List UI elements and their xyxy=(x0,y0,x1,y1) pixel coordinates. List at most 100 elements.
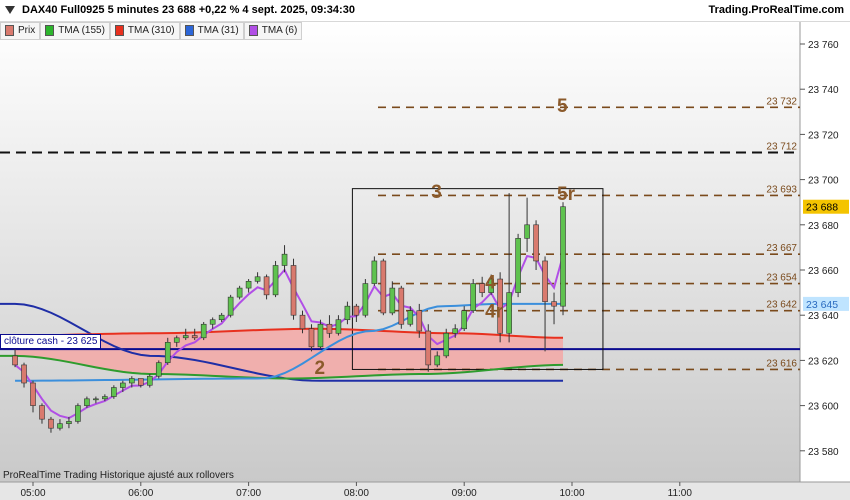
plot-background xyxy=(0,22,800,482)
time-tick-label: 07:00 xyxy=(236,488,261,499)
candle-bearish xyxy=(416,310,423,332)
candle-bullish xyxy=(281,253,288,266)
legend-swatch xyxy=(45,25,55,36)
legend-swatch xyxy=(184,25,194,36)
candle-bullish xyxy=(470,283,476,311)
candle-bearish xyxy=(299,314,306,330)
candle-bearish xyxy=(479,283,485,293)
candle-bearish xyxy=(30,382,36,406)
chart-header: DAX40 Full0925 5 minutes 23 688 +0,22 % … xyxy=(0,0,850,22)
candle-bullish xyxy=(272,265,279,296)
candle-bullish xyxy=(506,292,512,334)
candle-bullish xyxy=(200,323,207,339)
candle-bullish xyxy=(182,335,189,339)
price-tick-label: 23 680 xyxy=(808,221,839,232)
price-tick-label: 23 700 xyxy=(808,176,839,187)
candle-bearish xyxy=(425,330,432,366)
price-tick-label: 23 640 xyxy=(808,311,839,322)
candle-bearish xyxy=(290,265,297,316)
candle-bullish xyxy=(515,238,521,293)
level-label: 23 642 xyxy=(766,300,797,311)
price-tick-label: 23 600 xyxy=(808,402,839,413)
legend-label: TMA (31) xyxy=(197,25,239,36)
time-tick-label: 11:00 xyxy=(668,488,693,499)
candle-bullish xyxy=(218,314,225,321)
candle-bullish xyxy=(102,396,108,400)
legend-item[interactable]: Prix xyxy=(0,21,41,40)
level-label: 23 732 xyxy=(766,96,797,107)
level-label: 23 616 xyxy=(766,358,797,369)
level-label: 23 712 xyxy=(766,141,797,152)
candle-bullish xyxy=(434,355,441,366)
candle-bullish xyxy=(57,423,63,429)
level-label: 23 693 xyxy=(766,184,797,195)
candle-bearish xyxy=(12,355,18,366)
legend-item[interactable]: TMA (31) xyxy=(179,21,244,40)
candle-bearish xyxy=(542,260,548,302)
candle-bullish xyxy=(146,375,153,386)
candle-bullish xyxy=(461,310,468,330)
candle-bearish xyxy=(353,305,360,316)
candle-bullish xyxy=(452,328,459,334)
candle-bullish xyxy=(254,276,261,282)
legend-label: Prix xyxy=(18,25,36,36)
wave-label: 4 xyxy=(485,272,496,293)
candle-bullish xyxy=(209,319,216,325)
wave-label: 5r xyxy=(557,184,576,205)
candle-bullish xyxy=(93,398,99,401)
time-tick-label: 09:00 xyxy=(452,488,477,499)
brand-label: Trading.ProRealTime.com xyxy=(708,4,844,16)
indicator-legend: Prix TMA (155) TMA (310) TMA (31) TMA (6) xyxy=(0,21,303,40)
candle-bearish xyxy=(308,328,315,348)
time-tick-label: 08:00 xyxy=(344,488,369,499)
candle-bullish xyxy=(66,421,72,424)
instrument-title: DAX40 Full0925 5 minutes 23 688 +0,22 % … xyxy=(22,4,355,16)
candle-bearish xyxy=(263,276,270,296)
candle-bullish xyxy=(111,387,117,397)
candle-bullish xyxy=(362,283,369,316)
candle-bearish xyxy=(138,378,144,386)
price-tick-label: 23 620 xyxy=(808,356,839,367)
price-tick-label: 23 720 xyxy=(808,130,839,141)
candle-bullish xyxy=(155,362,162,377)
wave-label: 2 xyxy=(314,358,325,379)
candle-bullish xyxy=(75,405,81,422)
menu-arrow-icon[interactable] xyxy=(5,5,15,15)
candle-bearish xyxy=(326,323,333,334)
legend-item[interactable]: TMA (155) xyxy=(40,21,110,40)
candle-bearish xyxy=(191,335,198,339)
price-tick-label: 23 740 xyxy=(808,85,839,96)
candle-bullish xyxy=(407,310,414,325)
candle-bearish xyxy=(551,301,557,307)
candle-bearish xyxy=(533,224,539,262)
price-chart[interactable]: 23 732 23 712 23 693 23 667 23 654 23 642 23 6… xyxy=(0,0,850,500)
legend-label: TMA (155) xyxy=(58,25,105,36)
candle-bearish xyxy=(380,260,387,314)
candle-bullish xyxy=(245,280,252,289)
legend-item[interactable]: TMA (6) xyxy=(243,21,303,40)
legend-item[interactable]: TMA (310) xyxy=(109,21,180,40)
legend-swatch xyxy=(114,25,124,36)
candle-bearish xyxy=(48,418,54,429)
candle-bullish xyxy=(173,337,180,343)
candle-bullish xyxy=(84,398,90,406)
last-price-badge-label: 23 688 xyxy=(806,202,838,214)
candle-bullish xyxy=(164,342,171,363)
candle-bullish xyxy=(227,296,234,316)
candle-bullish xyxy=(389,287,396,314)
level-label: 23 654 xyxy=(766,273,797,284)
wave-label: 5 xyxy=(557,96,568,117)
legend-swatch xyxy=(5,25,14,36)
legend-swatch xyxy=(248,25,258,36)
time-tick-label: 10:00 xyxy=(559,488,584,499)
candle-bullish xyxy=(560,206,566,307)
level-label: 23 667 xyxy=(766,243,797,254)
candle-bullish xyxy=(344,305,351,321)
wave-label: 3 xyxy=(431,182,442,203)
candle-bearish xyxy=(39,405,45,420)
candle-bullish xyxy=(317,323,324,348)
wave-label: 4r xyxy=(485,302,504,323)
candle-bullish xyxy=(129,378,135,384)
footer-note: ProRealTime Trading Historique ajusté au… xyxy=(3,470,234,481)
price-tick-label: 23 580 xyxy=(808,447,839,458)
